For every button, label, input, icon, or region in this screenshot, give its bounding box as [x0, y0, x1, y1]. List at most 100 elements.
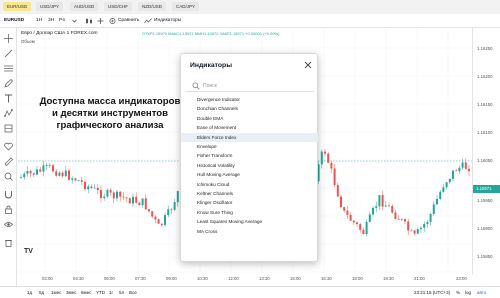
auto-toggle[interactable]: авто	[477, 290, 486, 295]
ruler-icon[interactable]	[4, 157, 13, 166]
interval-1h-button[interactable]: 1H	[36, 17, 42, 25]
candle-body	[55, 171, 58, 176]
candle-body	[432, 204, 435, 214]
time-tick: 12:00	[228, 276, 239, 281]
time-tick: 06:00	[104, 276, 115, 281]
heart-icon[interactable]	[4, 142, 13, 151]
candle-body	[368, 214, 371, 222]
trend-line-icon[interactable]	[4, 49, 13, 58]
indicator-list-item[interactable]: Know Sure Thing	[181, 208, 318, 217]
candle-body	[372, 207, 374, 215]
candle-body	[148, 209, 150, 212]
plus-icon[interactable]	[97, 17, 104, 25]
indicator-list-item[interactable]: Keltner Channels	[181, 189, 318, 198]
range-1d-button[interactable]: 1д	[27, 290, 32, 295]
bar-style-icon[interactable]	[85, 17, 93, 25]
percent-toggle[interactable]: %	[456, 290, 460, 295]
indicators-button[interactable]: Индикаторы	[144, 17, 196, 25]
indicator-list-item[interactable]: Ease of Movement	[181, 123, 318, 132]
candle-body	[52, 165, 54, 172]
indicator-list-item[interactable]: Least Squares Moving Average	[181, 217, 318, 226]
compare-label: Сравнить	[118, 18, 140, 23]
candle-body	[436, 198, 438, 205]
bottom-toolbar: 1д 5д 1мес 3мес 6мес YTD 1г 5л Все 23:21…	[0, 286, 500, 298]
range-6m-button[interactable]: 6мес	[81, 290, 91, 295]
range-ytd-button[interactable]: YTD	[96, 290, 105, 295]
symbol-tab-cadjpy[interactable]: CAD/JPY	[172, 2, 200, 11]
indicator-list-item[interactable]: MA Cross	[181, 227, 318, 236]
candle-body	[442, 187, 445, 192]
trash-icon[interactable]	[4, 238, 13, 247]
indicator-list-item[interactable]: Klinger Oscillator	[181, 198, 318, 207]
pattern-icon[interactable]	[4, 109, 13, 118]
candle-body	[381, 195, 384, 207]
candle-body	[448, 178, 451, 183]
indicator-list-item[interactable]: Hull Moving Average	[181, 170, 318, 179]
indicator-list-item[interactable]: Historical Volatility	[181, 161, 318, 170]
price-axis[interactable]: 1.16250 1.16200 1.16150 1.16100 1.16050 …	[472, 28, 500, 275]
symbol-tab-audusd[interactable]: AUD/USD	[70, 2, 99, 11]
candle-body	[356, 222, 358, 225]
indicator-list-item[interactable]: Double EMA	[181, 114, 318, 123]
candle-body	[45, 165, 48, 166]
magnet-icon[interactable]	[4, 190, 13, 199]
indicator-list-item[interactable]: Divergence Indicator	[181, 95, 318, 104]
candle-body	[48, 165, 51, 166]
indicator-list-item[interactable]: Elders Force Index	[181, 132, 318, 142]
indicator-list-item[interactable]: Envelope	[181, 142, 318, 151]
tradingview-logo: TV	[24, 248, 33, 255]
chevron-down-icon[interactable]	[71, 17, 78, 25]
volume-legend: Объем	[21, 39, 35, 44]
pencil-icon[interactable]	[4, 79, 13, 88]
time-axis[interactable]: 03:00 04:30 06:00 07:30 09:00 10:30 12:0…	[18, 275, 472, 285]
candle-body	[330, 162, 333, 169]
range-all-button[interactable]: Все	[129, 290, 137, 295]
interval-3h-button[interactable]: 3H	[48, 17, 54, 25]
candle-body	[112, 192, 115, 199]
interval-p4-button[interactable]: P4	[59, 17, 65, 25]
text-icon[interactable]	[4, 94, 13, 103]
range-5y-button[interactable]: 5л	[119, 290, 124, 295]
range-1m-button[interactable]: 1мес	[51, 290, 61, 295]
candle-body	[404, 219, 406, 222]
indicator-list-item[interactable]: Fisher Transform	[181, 151, 318, 160]
candle-body	[138, 202, 141, 206]
candle-body	[23, 173, 26, 178]
candle-body	[77, 180, 80, 182]
crosshair-icon[interactable]	[4, 34, 13, 43]
zoom-in-icon[interactable]	[4, 172, 13, 181]
range-5d-button[interactable]: 5д	[39, 290, 44, 295]
candle-body	[384, 205, 387, 207]
clock[interactable]: 23:21:15 (UTC+3)	[414, 290, 450, 295]
promo-text: Доступна масса индикаторов и десятки инс…	[30, 96, 190, 132]
range-1y-button[interactable]: 1г	[109, 290, 113, 295]
prediction-icon[interactable]	[4, 124, 13, 133]
candle-body	[375, 206, 378, 208]
candle-body	[359, 224, 362, 230]
price-tick: 1.15950	[477, 198, 493, 203]
horizontal-lines-icon[interactable]	[4, 64, 13, 73]
time-tick: 18:00	[352, 276, 363, 281]
time-tick: 04:30	[73, 276, 84, 281]
candle-body	[324, 151, 326, 154]
eye-icon[interactable]	[4, 220, 13, 229]
symbol-tab-usdchf[interactable]: USD/CHF	[104, 2, 132, 11]
symbol-tab-nzdusd[interactable]: NZD/USD	[138, 2, 166, 11]
compare-button[interactable]: Сравнить	[109, 17, 149, 25]
symbol-tab-usdjpy[interactable]: USD/JPY	[36, 2, 64, 11]
candle-body	[400, 219, 403, 220]
indicator-list-item[interactable]: Donchian Channels	[181, 104, 318, 113]
close-icon[interactable]	[303, 60, 313, 70]
range-3m-button[interactable]: 3мес	[66, 290, 76, 295]
log-toggle[interactable]: log	[465, 290, 471, 295]
price-tick: 1.16100	[477, 130, 493, 135]
candle-body	[87, 186, 90, 190]
candle-body	[176, 191, 179, 203]
candle-body	[336, 184, 339, 197]
indicator-list-item[interactable]: Ichimoku Cloud	[181, 180, 318, 189]
symbol-search-button[interactable]: EURUSD	[4, 17, 24, 25]
lock-icon[interactable]	[4, 205, 13, 214]
indicator-search-field[interactable]: Поиск	[186, 80, 314, 92]
symbol-tab-eurusd[interactable]: EUR/USD	[3, 2, 32, 11]
search-icon	[192, 82, 200, 90]
